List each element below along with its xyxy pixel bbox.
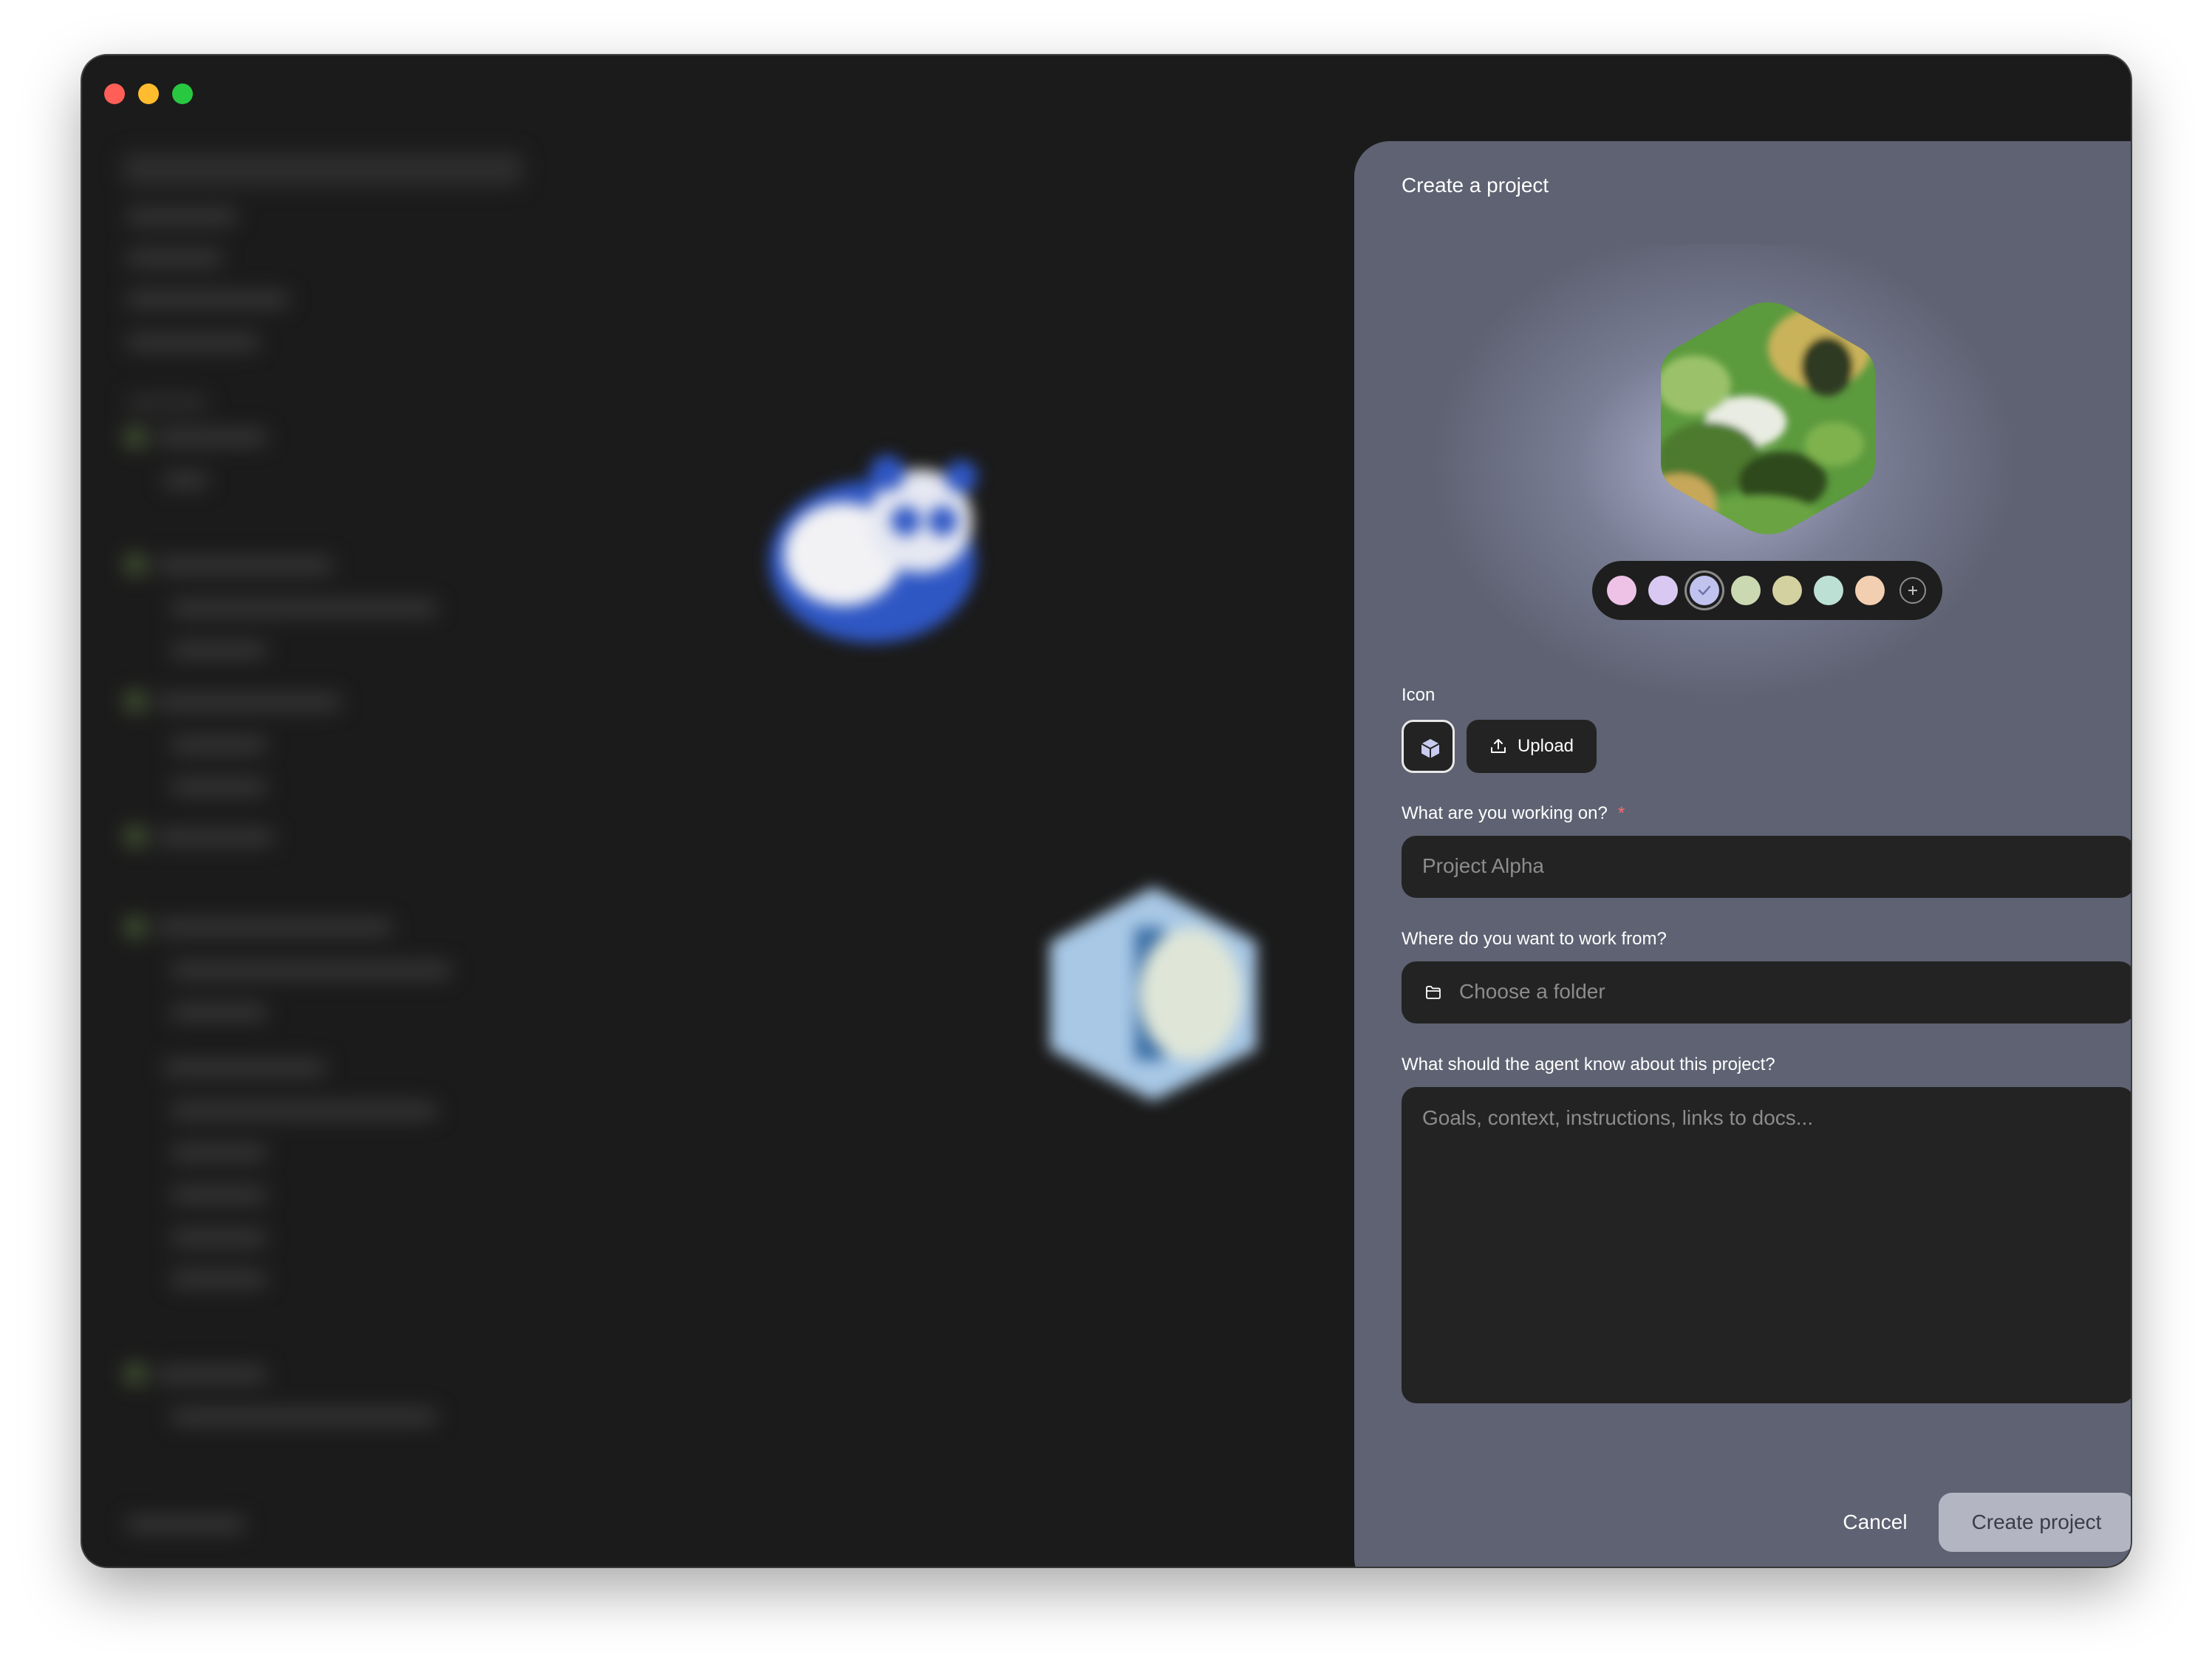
create-project-button[interactable]: Create project [1939,1493,2131,1552]
upload-icon [1490,739,1506,753]
color-swatch-sage[interactable] [1731,576,1761,605]
blurred-hexagon-image [1050,887,1257,1101]
folder-picker-input[interactable]: Choose a folder [1402,961,2131,1023]
icon-label: Icon [1402,685,1436,705]
selected-icon-button[interactable] [1402,720,1455,773]
color-swatch-pink[interactable] [1607,576,1636,605]
color-swatch-lavender[interactable] [1648,576,1678,605]
notes-placeholder: Goals, context, instructions, links to d… [1422,1106,1814,1129]
name-label-text: What are you working on? [1402,803,1608,823]
plus-icon[interactable] [1899,577,1926,604]
cancel-button[interactable]: Cancel [1816,1493,1934,1552]
check-icon [1698,585,1711,596]
app-window: Create a project Icon Upload What are yo… [82,55,2131,1567]
color-palette [1592,561,1942,620]
upload-button[interactable]: Upload [1467,720,1597,773]
required-marker: * [1617,803,1625,823]
folder-placeholder: Choose a folder [1459,980,1605,1003]
close-icon[interactable] [2130,171,2131,197]
project-name-input[interactable]: Project Alpha [1402,836,2131,898]
color-swatch-periwinkle-selected[interactable] [1690,576,1719,605]
color-swatch-olive[interactable] [1772,576,1802,605]
project-cover-image [1661,302,1875,534]
project-notes-textarea[interactable]: Goals, context, instructions, links to d… [1402,1087,2131,1403]
folder-icon [1426,986,1441,999]
color-swatch-mint[interactable] [1814,576,1843,605]
upload-label: Upload [1517,736,1574,756]
blurred-panda-image [769,455,977,643]
notes-field-label: What should the agent know about this pr… [1402,1055,1775,1074]
blurred-sidebar [82,55,540,1567]
cube-icon [1421,739,1440,758]
folder-field-label: Where do you want to work from? [1402,929,1667,949]
create-project-dialog: Create a project Icon Upload What are yo… [1354,141,2131,1567]
project-name-placeholder: Project Alpha [1422,854,1544,877]
name-field-label: What are you working on? * [1402,803,1625,824]
dialog-title: Create a project [1402,174,1549,197]
color-swatch-peach[interactable] [1855,576,1885,605]
